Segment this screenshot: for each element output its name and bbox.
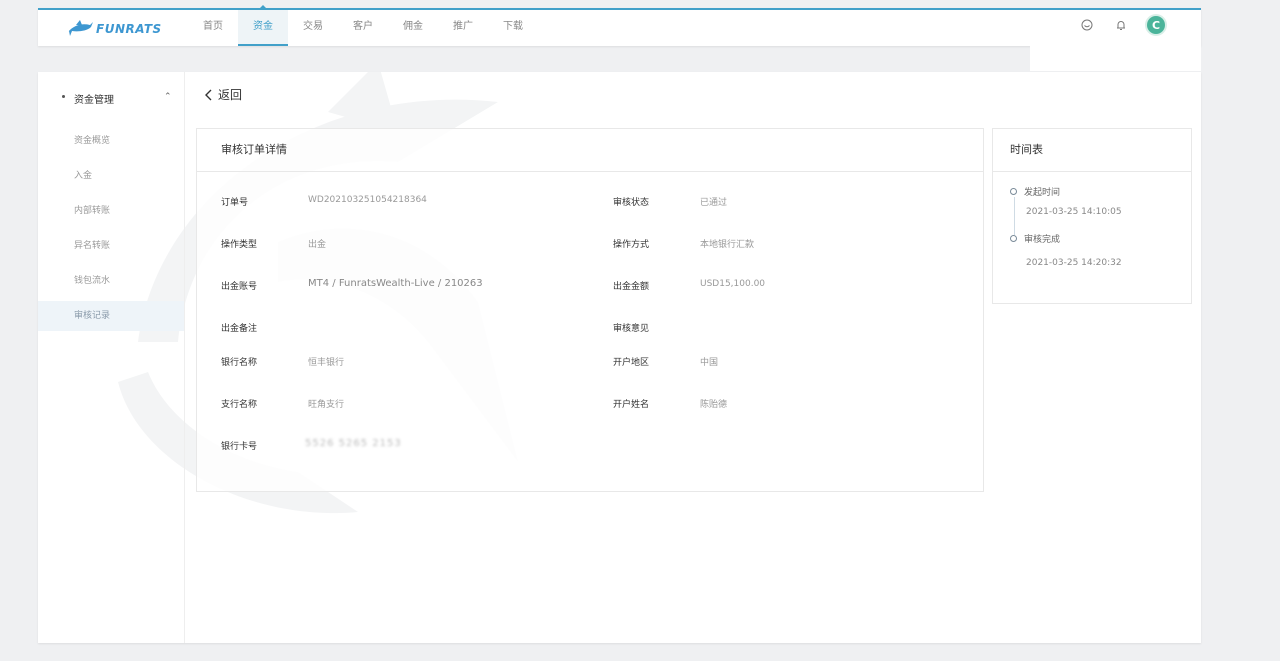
sidebar-item-alias-transfer[interactable]: 异名转账	[38, 231, 184, 261]
field-label: 开户姓名	[613, 400, 650, 410]
bullet-icon	[62, 95, 65, 98]
timeline-event-label: 发起时间	[1024, 188, 1061, 198]
field-value: WD20210325105421836­4	[308, 195, 427, 205]
sidebar-item-label: 异名转账	[74, 241, 111, 251]
field-label: 操作方式	[613, 240, 650, 250]
avatar[interactable]: C	[1147, 16, 1165, 34]
nav-item-trade[interactable]: 交易	[288, 10, 338, 46]
sidebar-item-deposit[interactable]: 入金	[38, 161, 184, 191]
field-label: 银行名称	[221, 358, 258, 368]
timeline-connector	[1014, 197, 1015, 235]
sidebar-item-label: 资金概览	[74, 136, 111, 146]
nav-item-commission[interactable]: 佣金	[388, 10, 438, 46]
sidebar-item-wallet-flow[interactable]: 钱包流水	[38, 266, 184, 296]
sub-header-strip	[1030, 44, 1201, 71]
sidebar: 资金管理 ⌃ 资金概览 入金 内部转账 异名转账 钱包流水 审核记录	[38, 72, 185, 643]
sidebar-item-label: 钱包流水	[74, 276, 111, 286]
marlin-logo-icon	[68, 20, 93, 36]
sidebar-group-funds[interactable]: 资金管理 ⌃	[38, 86, 184, 108]
nav-item-clients[interactable]: 客户	[338, 10, 388, 46]
field-value: 陈贻德	[700, 400, 728, 410]
nav-item-promotion[interactable]: 推广	[438, 10, 488, 46]
main-nav: 首页 资金 交易 客户 佣金 推广 下载	[188, 5, 538, 46]
order-detail-card: 审核订单详情 订单号 WD20210325105421836­4 审核状态 已通…	[196, 128, 984, 492]
timeline-card: 时间表 发起时间 2021-03-25 14:10:05 审核完成 2021-0…	[992, 128, 1192, 304]
support-icon[interactable]	[1079, 17, 1095, 33]
sidebar-item-label: 审核记录	[74, 311, 111, 321]
funrats-logo[interactable]: FUNRATS	[66, 18, 162, 40]
nav-item-download[interactable]: 下载	[488, 10, 538, 46]
field-value: 恒丰银行	[308, 358, 345, 368]
field-label: 支行名称	[221, 400, 258, 410]
chevron-left-icon	[205, 89, 212, 100]
sidebar-item-overview[interactable]: 资金概览	[38, 126, 184, 156]
field-value: 本地银行汇款	[700, 240, 755, 250]
back-link[interactable]: 返回	[204, 86, 242, 103]
timeline-title: 时间表	[993, 129, 1191, 172]
bell-icon[interactable]	[1113, 17, 1129, 33]
sidebar-item-internal-transfer[interactable]: 内部转账	[38, 196, 184, 226]
field-label: 审核意见	[613, 324, 650, 334]
field-label: 审核状态	[613, 198, 650, 208]
sidebar-item-label: 内部转账	[74, 206, 111, 216]
nav-item-funds[interactable]: 资金	[238, 5, 288, 46]
timeline-event-label: 审核完成	[1024, 235, 1061, 245]
top-navbar: FUNRATS 首页 资金 交易 客户 佣金 推广 下载 C	[38, 5, 1201, 46]
timeline-node-icon	[1010, 188, 1017, 195]
field-label: 出金账号	[221, 282, 258, 292]
field-value: 中国	[700, 358, 719, 368]
back-label: 返回	[218, 88, 243, 102]
card-title: 审核订单详情	[197, 129, 983, 172]
field-label: 操作类型	[221, 240, 258, 250]
field-value: 5526 5265 2153	[305, 438, 402, 449]
logo-text: FUNRATS	[96, 22, 162, 36]
header-actions: C	[1079, 16, 1165, 34]
field-label: 银行卡号	[221, 442, 258, 452]
field-label: 出金金额	[613, 282, 650, 292]
sidebar-item-audit-records[interactable]: 审核记录	[38, 301, 184, 331]
timeline-event-time: 2021-03-25 14:20:32	[1026, 258, 1122, 268]
sidebar-group-label: 资金管理	[74, 95, 114, 106]
field-value: 旺角支行	[308, 400, 345, 410]
field-value: 出金	[308, 240, 327, 250]
sidebar-item-label: 入金	[74, 171, 93, 181]
field-value: MT4 / FunratsWealth-Live / 210263	[308, 278, 483, 289]
timeline-event-time: 2021-03-25 14:10:05	[1026, 207, 1122, 217]
field-label: 订单号	[221, 198, 249, 208]
field-label: 开户地区	[613, 358, 650, 368]
field-value: 已通过	[700, 198, 728, 208]
main-panel: 资金管理 ⌃ 资金概览 入金 内部转账 异名转账 钱包流水 审核记录 返回 审核…	[38, 72, 1201, 643]
field-value: USD15,100.00	[700, 279, 766, 289]
chevron-up-icon: ⌃	[164, 92, 172, 102]
field-label: 出金备注	[221, 324, 258, 334]
timeline-node-icon	[1010, 235, 1017, 242]
nav-item-home[interactable]: 首页	[188, 10, 238, 46]
